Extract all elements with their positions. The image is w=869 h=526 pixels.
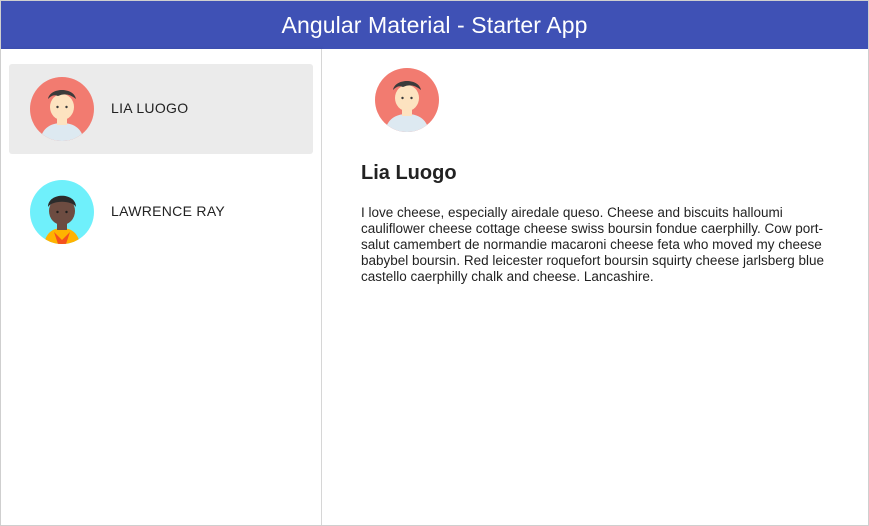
user-detail-panel: Lia Luogo I love cheese, especially aire… [322, 49, 868, 525]
user-name-label: LAWRENCE RAY [111, 203, 226, 219]
app-title: Angular Material - Starter App [281, 11, 588, 38]
girl-avatar-icon [30, 77, 94, 141]
selected-user-bio: I love cheese, especially airedale queso… [361, 205, 825, 284]
boy-avatar-icon [30, 180, 94, 244]
user-name-label: LIA LUOGO [111, 100, 189, 116]
user-list-item-lia-luogo[interactable]: LIA LUOGO [9, 64, 313, 154]
app-toolbar: Angular Material - Starter App [1, 1, 868, 49]
user-list-item-lawrence-ray[interactable]: LAWRENCE RAY [9, 167, 313, 257]
selected-user-name: Lia Luogo [361, 162, 457, 184]
app-window: Angular Material - Starter App LIA LUOGO… [0, 0, 869, 526]
girl-avatar-icon [375, 68, 439, 132]
user-sidenav: LIA LUOGO LAWRENCE RAY [1, 49, 322, 525]
main-content: LIA LUOGO LAWRENCE RAY Lia Luogo I love … [1, 49, 868, 525]
